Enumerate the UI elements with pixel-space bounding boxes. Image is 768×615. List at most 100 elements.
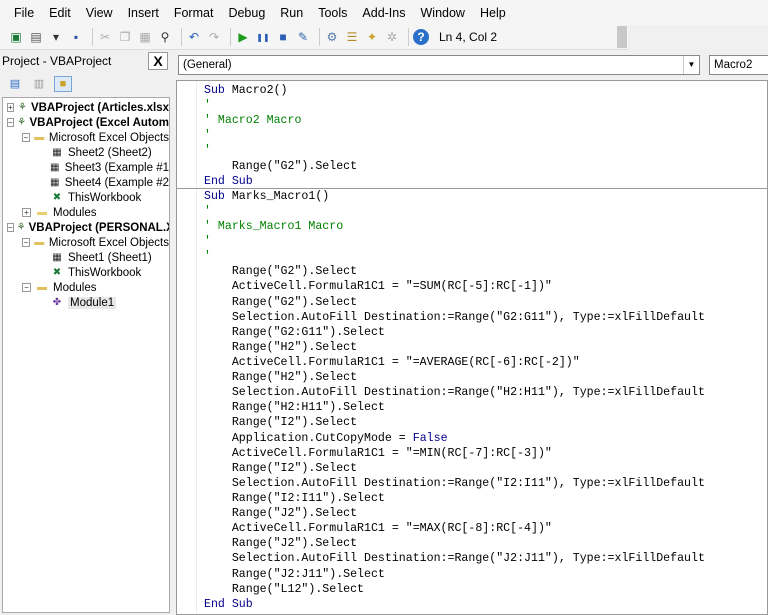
project-tree[interactable]: +⚘VBAProject (Articles.xlsx−⚘VBAProject … (2, 97, 170, 613)
dropdown-arrow-icon[interactable]: ▼ (683, 56, 699, 74)
save-icon[interactable]: ▪ (68, 29, 84, 45)
help-icon[interactable]: ? (413, 29, 429, 45)
procedure-combo[interactable]: Macro2 (709, 55, 768, 75)
reset-icon[interactable]: ■ (275, 29, 291, 45)
code-line[interactable]: ActiveCell.FormulaR1C1 = "=SUM(RC[-5]:RC… (204, 279, 705, 294)
code-line[interactable]: Range("G2").Select (204, 264, 705, 279)
code-line[interactable]: Range("J2:J11").Select (204, 567, 705, 582)
project-explorer-icon[interactable]: ⚙ (324, 29, 340, 45)
break-icon[interactable]: ❚❚ (255, 29, 271, 45)
code-line[interactable]: Selection.AutoFill Destination:=Range("J… (204, 551, 705, 566)
tree-item[interactable]: ▦Sheet3 (Example #1 (3, 160, 169, 175)
tree-item[interactable]: ✖ThisWorkbook (3, 190, 169, 205)
tree-item[interactable]: −⚘VBAProject (PERSONAL.X (3, 220, 169, 235)
insert-userform-icon[interactable]: ▤ (28, 29, 44, 45)
code-line[interactable]: Range("H2").Select (204, 340, 705, 355)
tree-item[interactable]: ✖ThisWorkbook (3, 265, 169, 280)
paste-icon[interactable]: ▦ (137, 29, 153, 45)
tree-item[interactable]: +▬Modules (3, 205, 169, 220)
toggle-folders-icon[interactable]: ■ (54, 76, 72, 92)
menu-debug[interactable]: Debug (228, 6, 265, 20)
code-line[interactable]: Range("J2").Select (204, 506, 705, 521)
find-icon[interactable]: ⚲ (157, 29, 173, 45)
code-line[interactable]: ' Marks_Macro1 Macro (204, 219, 705, 234)
excel-icon[interactable]: ▣ (8, 29, 24, 45)
code-line[interactable]: Range("I2").Select (204, 415, 705, 430)
menu-run[interactable]: Run (280, 6, 303, 20)
code-line[interactable]: Range("H2").Select (204, 370, 705, 385)
toolbox-icon[interactable]: ✲ (384, 29, 400, 45)
design-mode-icon[interactable]: ✎ (295, 29, 311, 45)
code-line[interactable]: ' (204, 249, 705, 264)
tree-item[interactable]: ✤Module1 (3, 295, 169, 310)
expand-icon[interactable]: + (22, 208, 31, 217)
collapse-icon[interactable]: − (22, 283, 31, 292)
code-line[interactable]: Range("L12").Select (204, 582, 705, 597)
code-line[interactable]: Sub Macro2() (204, 83, 705, 98)
tree-item[interactable]: −▬Modules (3, 280, 169, 295)
code-line[interactable]: Range("G2:G11").Select (204, 325, 705, 340)
collapse-icon[interactable]: − (22, 133, 30, 142)
close-project-explorer-button[interactable]: X (148, 52, 168, 70)
code-line[interactable]: Range("G2").Select (204, 295, 705, 310)
menu-file[interactable]: File (14, 6, 34, 20)
collapse-icon[interactable]: − (7, 118, 14, 127)
menu-add-ins[interactable]: Add-Ins (362, 6, 405, 20)
tree-item[interactable]: −⚘VBAProject (Excel Autom (3, 115, 169, 130)
code-line[interactable]: Selection.AutoFill Destination:=Range("G… (204, 310, 705, 325)
code-line[interactable]: ' (204, 143, 705, 158)
menu-edit[interactable]: Edit (49, 6, 71, 20)
object-browser-icon[interactable]: ✦ (364, 29, 380, 45)
copy-icon[interactable]: ❐ (117, 29, 133, 45)
tree-item[interactable]: −▬Microsoft Excel Objects (3, 235, 169, 250)
code-line[interactable]: Range("H2:H11").Select (204, 400, 705, 415)
code-line[interactable]: ' (204, 234, 705, 249)
menu-view[interactable]: View (86, 6, 113, 20)
tree-item[interactable]: ▦Sheet1 (Sheet1) (3, 250, 169, 265)
code-line[interactable]: ' (204, 98, 705, 113)
menu-window[interactable]: Window (421, 6, 465, 20)
menu-tools[interactable]: Tools (318, 6, 347, 20)
code-line[interactable]: ActiveCell.FormulaR1C1 = "=AVERAGE(RC[-6… (204, 355, 705, 370)
code-line[interactable]: Range("I2").Select (204, 461, 705, 476)
object-combo[interactable]: (General) ▼ (178, 55, 700, 75)
code-line[interactable]: Range("I2:I11").Select (204, 491, 705, 506)
code-editor[interactable]: Sub Macro2()'' Macro2 Macro'' Range("G2"… (204, 83, 705, 612)
menu-format[interactable]: Format (174, 6, 214, 20)
code-line[interactable]: ' Macro2 Macro (204, 113, 705, 128)
code-line[interactable]: Sub Marks_Macro1() (204, 189, 705, 204)
expand-icon[interactable]: + (7, 103, 14, 112)
tree-item-label: Modules (53, 282, 96, 294)
code-window[interactable]: Sub Macro2()'' Macro2 Macro'' Range("G2"… (176, 80, 768, 615)
collapse-icon[interactable]: − (22, 238, 30, 247)
menu-bar: File Edit View Insert Format Debug Run Tools Add… (0, 0, 768, 25)
properties-icon[interactable]: ☰ (344, 29, 360, 45)
tree-item[interactable]: ▦Sheet2 (Sheet2) (3, 145, 169, 160)
code-line[interactable]: End Sub (204, 597, 705, 612)
collapse-icon[interactable]: − (7, 223, 14, 232)
dropdown-arrow-icon[interactable]: ▾ (48, 29, 64, 45)
menu-help[interactable]: Help (480, 6, 506, 20)
run-icon[interactable]: ▶ (235, 29, 251, 45)
undo-icon[interactable]: ↶ (186, 29, 202, 45)
margin-indicator-bar[interactable] (177, 81, 197, 615)
tree-item[interactable]: −▬Microsoft Excel Objects (3, 130, 169, 145)
code-line[interactable]: Application.CutCopyMode = False (204, 431, 705, 446)
redo-icon[interactable]: ↷ (206, 29, 222, 45)
code-line[interactable]: Selection.AutoFill Destination:=Range("I… (204, 476, 705, 491)
tree-item[interactable]: +⚘VBAProject (Articles.xlsx (3, 100, 169, 115)
view-object-icon[interactable]: ▥ (30, 76, 48, 92)
code-line[interactable]: Range("J2").Select (204, 536, 705, 551)
tree-item[interactable]: ▦Sheet4 (Example #2 (3, 175, 169, 190)
menu-insert[interactable]: Insert (128, 6, 159, 20)
cut-icon[interactable]: ✂ (97, 29, 113, 45)
code-line[interactable]: ActiveCell.FormulaR1C1 = "=MIN(RC[-7]:RC… (204, 446, 705, 461)
code-line[interactable]: Range("G2").Select (204, 159, 705, 174)
toolbar-options-grip[interactable] (617, 26, 627, 48)
code-line[interactable]: Selection.AutoFill Destination:=Range("H… (204, 385, 705, 400)
code-line[interactable]: ActiveCell.FormulaR1C1 = "=MAX(RC[-8]:RC… (204, 521, 705, 536)
code-line[interactable]: End Sub (204, 174, 705, 189)
code-line[interactable]: ' (204, 204, 705, 219)
code-line[interactable]: ' (204, 128, 705, 143)
view-code-icon[interactable]: ▤ (6, 76, 24, 92)
